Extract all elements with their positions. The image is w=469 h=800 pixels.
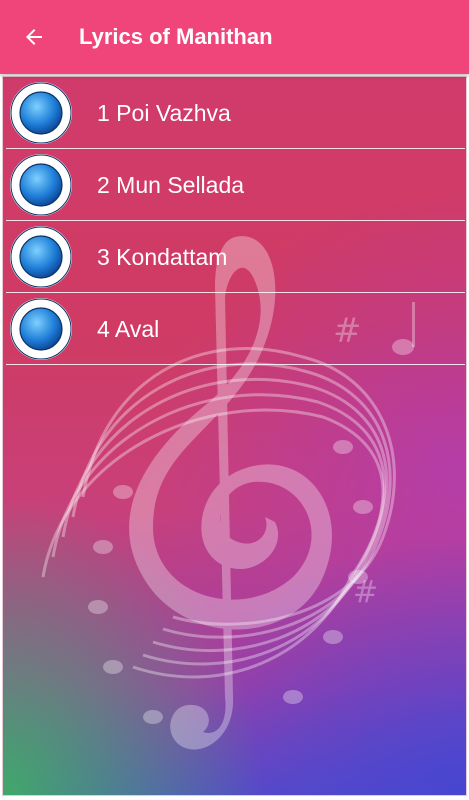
manithan-logo-icon (10, 298, 72, 360)
back-button[interactable] (14, 19, 54, 55)
song-title: 3 Kondattam (97, 244, 228, 270)
app-bar: Lyrics of Manithan (0, 0, 469, 74)
song-list-container: # # 1 Poi Vazhva 2 Mun Sellada 3 Kondatt… (2, 76, 467, 796)
list-item[interactable]: 2 Mun Sellada (6, 149, 465, 221)
arrow-left-icon (26, 29, 42, 45)
page-title: Lyrics of Manithan (79, 24, 273, 49)
list-item[interactable]: 3 Kondattam (6, 221, 465, 293)
list-item[interactable]: 1 Poi Vazhva (6, 77, 465, 149)
svg-text:#: # (353, 575, 378, 610)
list-item[interactable]: 4 Aval (6, 293, 465, 365)
manithan-logo-icon (10, 226, 72, 288)
manithan-logo-icon (10, 82, 72, 144)
song-title: 2 Mun Sellada (97, 172, 245, 198)
song-title: 1 Poi Vazhva (97, 100, 231, 126)
song-title: 4 Aval (97, 316, 160, 342)
song-list: 1 Poi Vazhva 2 Mun Sellada 3 Kondattam 4… (3, 77, 466, 365)
manithan-logo-icon (10, 154, 72, 216)
